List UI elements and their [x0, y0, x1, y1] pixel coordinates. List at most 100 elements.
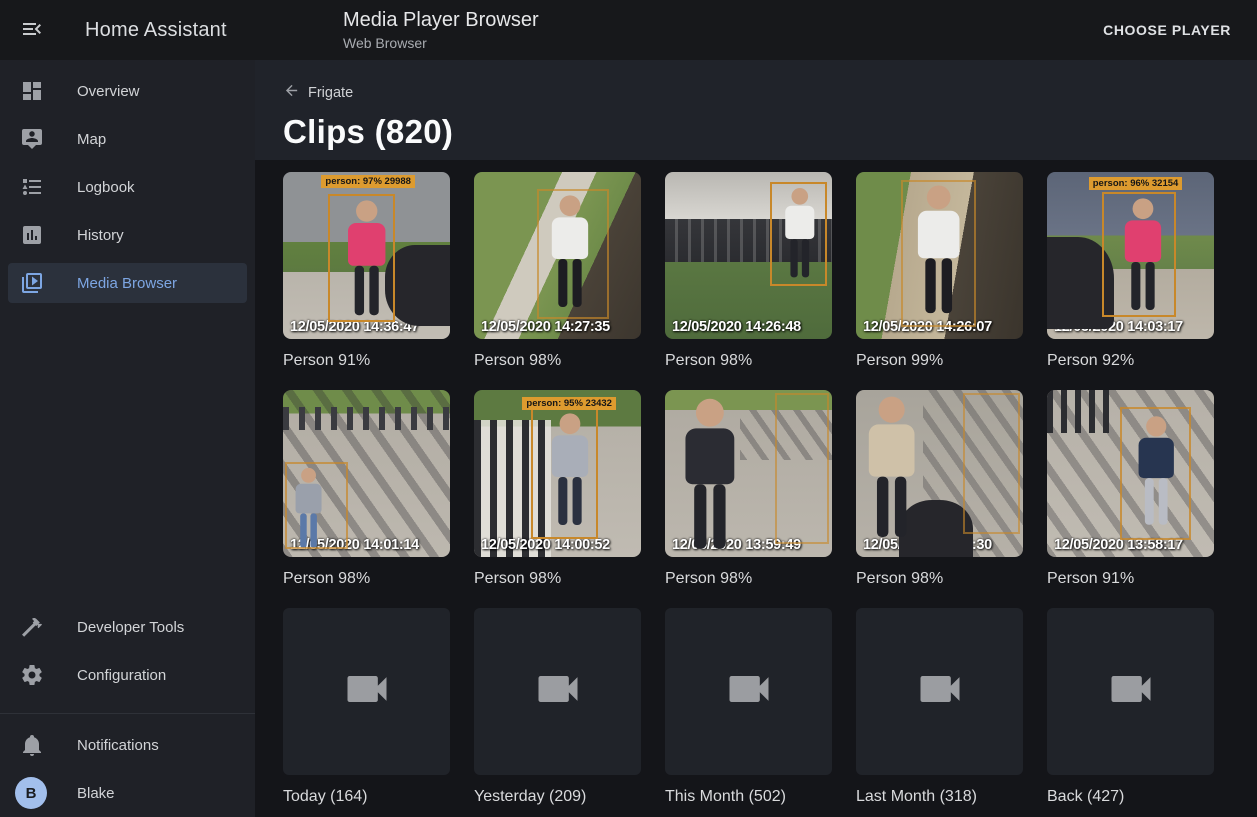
dashboard-icon [20, 79, 44, 103]
sidebar-bottom: Developer Tools Configuration Notificati… [0, 603, 255, 817]
detection-bounding-box [1120, 407, 1190, 541]
sidebar-item-label: Overview [77, 83, 140, 100]
user-avatar: B [15, 777, 47, 809]
clip-thumbnail: person: 96% 32154 12/05/2020 14:03:17 [1047, 172, 1214, 339]
clip-row: person: 97% 29988 12/05/2020 14:36:47 Pe… [283, 172, 1257, 370]
clip-row: 12/05/2020 14:01:14 Person 98% person: 9… [283, 390, 1257, 588]
folder-thumbnail [283, 608, 450, 775]
arrow-left-icon [283, 82, 300, 103]
person-silhouette [859, 395, 924, 542]
sidebar-item-label: Developer Tools [77, 619, 184, 636]
sidebar-item-label: History [77, 227, 124, 244]
sidebar-item-logbook[interactable]: Logbook [0, 163, 255, 211]
clip-caption: Person 98% [474, 352, 641, 370]
folder-card-last-month[interactable]: Last Month (318) [856, 608, 1023, 806]
timestamp-overlay: 12/05/2020 14:27:35 [481, 319, 610, 335]
clip-thumbnail: person: 97% 29988 12/05/2020 14:36:47 [283, 172, 450, 339]
main-content: Frigate Clips (820) person: 97% 29988 12… [255, 60, 1257, 817]
sidebar: Overview Map Logbook History Media Brows… [0, 60, 255, 817]
folder-card-today[interactable]: Today (164) [283, 608, 450, 806]
folder-caption: Back (427) [1047, 788, 1214, 806]
sidebar-item-media-browser[interactable]: Media Browser [8, 263, 247, 303]
clip-caption: Person 98% [474, 570, 641, 588]
clip-thumbnail: person: 95% 23432 12/05/2020 14:00:52 [474, 390, 641, 557]
clip-card[interactable]: person: 95% 23432 12/05/2020 14:00:52 Pe… [474, 390, 641, 588]
folder-caption: Today (164) [283, 788, 450, 806]
clip-caption: Person 98% [283, 570, 450, 588]
clip-caption: Person 98% [856, 570, 1023, 588]
clip-thumbnail: 12/05/2020 13:58:30 [856, 390, 1023, 557]
sidebar-toggle-button[interactable] [8, 6, 56, 54]
page-subtitle: Web Browser [343, 34, 539, 52]
sidebar-item-map[interactable]: Map [0, 115, 255, 163]
video-camera-icon [341, 663, 393, 720]
sidebar-item-history[interactable]: History [0, 211, 255, 259]
sidebar-item-configuration[interactable]: Configuration [0, 651, 255, 699]
clip-caption: Person 98% [665, 352, 832, 370]
person-tooltip-icon [20, 127, 44, 151]
clip-thumbnail: 12/05/2020 14:01:14 [283, 390, 450, 557]
detection-bounding-box [901, 180, 976, 327]
folder-caption: This Month (502) [665, 788, 832, 806]
app-title: Home Assistant [85, 19, 227, 42]
timestamp-overlay: 12/05/2020 14:00:52 [481, 537, 610, 553]
bell-icon [20, 733, 44, 757]
sidebar-item-user-profile[interactable]: B Blake [0, 769, 255, 817]
folder-thumbnail [1047, 608, 1214, 775]
sidebar-item-developer-tools[interactable]: Developer Tools [0, 603, 255, 651]
page-title: Media Player Browser [343, 8, 539, 32]
clip-card[interactable]: 12/05/2020 13:59:49 Person 98% [665, 390, 832, 588]
clip-thumbnail: 12/05/2020 14:27:35 [474, 172, 641, 339]
sidebar-item-label: Notifications [77, 737, 159, 754]
clip-grid: person: 97% 29988 12/05/2020 14:36:47 Pe… [255, 160, 1257, 817]
detection-bounding-box [328, 194, 395, 323]
folder-thumbnail [856, 608, 1023, 775]
folder-thumbnail [474, 608, 641, 775]
clip-card[interactable]: 12/05/2020 13:58:17 Person 91% [1047, 390, 1214, 588]
section-title: Clips (820) [283, 113, 1257, 151]
bar-chart-box-icon [20, 223, 44, 247]
folder-card-this-month[interactable]: This Month (502) [665, 608, 832, 806]
video-camera-icon [1105, 663, 1157, 720]
sidebar-item-notifications[interactable]: Notifications [0, 721, 255, 769]
breadcrumb-label: Frigate [308, 85, 353, 101]
video-camera-icon [723, 663, 775, 720]
folder-card-yesterday[interactable]: Yesterday (209) [474, 608, 641, 806]
clip-card[interactable]: person: 96% 32154 12/05/2020 14:03:17 Pe… [1047, 172, 1214, 370]
clip-caption: Person 98% [665, 570, 832, 588]
clip-card[interactable]: person: 97% 29988 12/05/2020 14:36:47 Pe… [283, 172, 450, 370]
sidebar-item-overview[interactable]: Overview [0, 67, 255, 115]
folder-card-back[interactable]: Back (427) [1047, 608, 1214, 806]
sidebar-nav: Overview Map Logbook History Media Brows… [0, 60, 255, 307]
detection-bounding-box [1102, 192, 1175, 317]
folder-thumbnail [665, 608, 832, 775]
clip-thumbnail: 12/05/2020 13:58:17 [1047, 390, 1214, 557]
sidebar-item-label: Logbook [77, 179, 135, 196]
detection-label: person: 96% 32154 [1089, 177, 1183, 190]
clip-card[interactable]: 12/05/2020 13:58:30 Person 98% [856, 390, 1023, 588]
media-browser-header: Frigate Clips (820) [255, 60, 1257, 160]
detection-label: person: 95% 23432 [522, 397, 616, 410]
choose-player-button[interactable]: CHOOSE PLAYER [1097, 14, 1237, 46]
sidebar-item-label: Configuration [77, 667, 166, 684]
top-app-bar: Home Assistant Media Player Browser Web … [0, 0, 1257, 60]
timestamp-overlay: 12/05/2020 14:26:48 [672, 319, 801, 335]
clip-caption: Person 92% [1047, 352, 1214, 370]
detection-bounding-box [537, 189, 609, 319]
user-name: Blake [77, 785, 115, 802]
clip-card[interactable]: 12/05/2020 14:01:14 Person 98% [283, 390, 450, 588]
clip-card[interactable]: 12/05/2020 14:27:35 Person 98% [474, 172, 641, 370]
folder-caption: Yesterday (209) [474, 788, 641, 806]
clip-card[interactable]: 12/05/2020 14:26:07 Person 99% [856, 172, 1023, 370]
detection-bounding-box [531, 405, 598, 539]
detection-bounding-box [963, 393, 1020, 533]
page-title-block: Media Player Browser Web Browser [343, 8, 539, 52]
breadcrumb-back-link[interactable]: Frigate [283, 82, 353, 103]
clip-caption: Person 99% [856, 352, 1023, 370]
folder-row: Today (164) Yesterday (209) This Month (… [283, 608, 1257, 806]
clip-card[interactable]: 12/05/2020 14:26:48 Person 98% [665, 172, 832, 370]
person-silhouette [675, 397, 745, 554]
detection-bounding-box [285, 462, 348, 549]
hammer-icon [20, 615, 44, 639]
sidebar-divider [0, 713, 255, 714]
